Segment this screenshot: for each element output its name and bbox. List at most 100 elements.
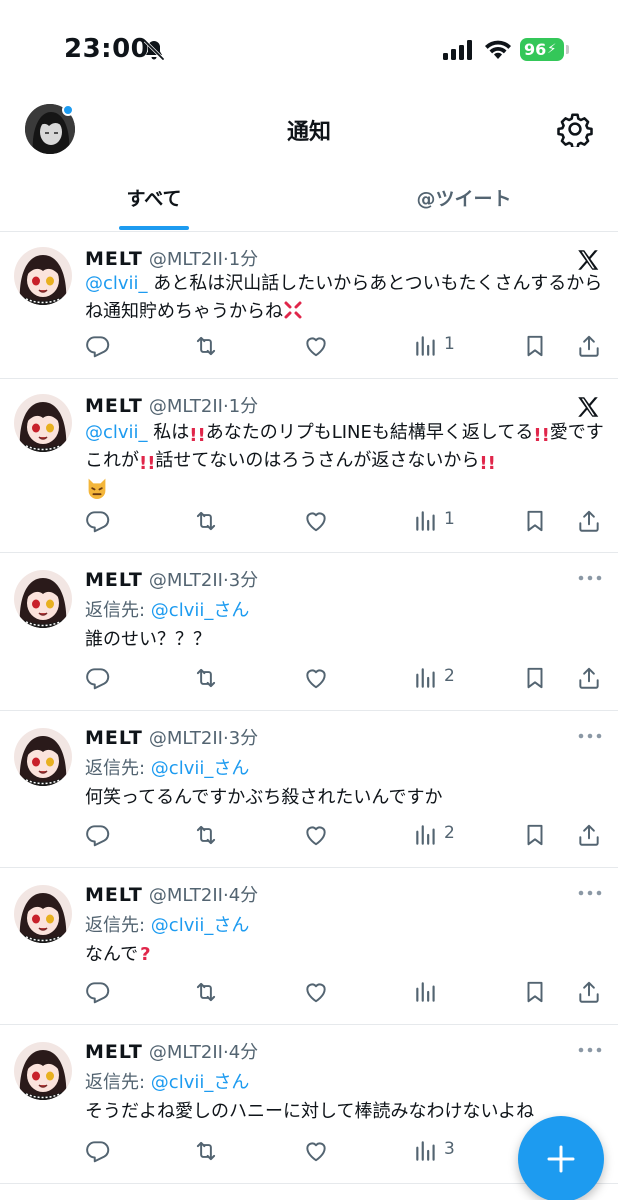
charging-bolt-icon: ⚡ [547, 42, 557, 57]
share-icon[interactable] [576, 822, 602, 848]
notification-tweet[interactable]: MELT @MLT2II·1分 @clvii_ あと私は沢山話したいからあとついも… [0, 233, 618, 379]
reply-handle-link[interactable]: @clvii_さん [151, 600, 250, 621]
retweet-icon[interactable] [193, 822, 219, 848]
tweet-text-body: なんで [85, 944, 139, 965]
retweet-icon[interactable] [193, 333, 219, 359]
reply-handle-link[interactable]: @clvii_さん [151, 1072, 250, 1093]
views-count: 3 [444, 1139, 455, 1159]
views-icon[interactable] [413, 665, 439, 691]
display-name[interactable]: MELT [85, 1041, 143, 1063]
notification-tweet[interactable]: MELT @MLT2II·3分 返信先: @clvii_さん 何笑ってるんですかぶ… [0, 712, 618, 868]
views-count: 2 [444, 823, 455, 843]
pouting-cat-emoji-icon [88, 478, 106, 499]
x-logo-icon [575, 394, 601, 420]
reply-icon[interactable] [85, 508, 111, 534]
avatar[interactable] [14, 247, 72, 305]
more-icon[interactable] [577, 889, 603, 897]
display-name[interactable]: MELT [85, 248, 143, 270]
page-title: 通知 [286, 120, 331, 145]
timestamp: 1分 [228, 396, 259, 417]
avatar[interactable] [14, 1042, 72, 1100]
reply-handle-link[interactable]: @clvii_さん [151, 758, 250, 779]
share-icon[interactable] [576, 333, 602, 359]
reply-handle-link[interactable]: @clvii_さん [151, 915, 250, 936]
avatar[interactable] [14, 728, 72, 786]
bookmark-icon[interactable] [522, 822, 548, 848]
avatar[interactable] [14, 885, 72, 943]
red-question-mark-icon: ? [140, 944, 151, 965]
notification-tweet[interactable]: MELT @MLT2II·3分 返信先: @clvii_さん 誰のせい？？？ 2 [0, 554, 618, 711]
bookmark-icon[interactable] [522, 979, 548, 1005]
timestamp: 4分 [228, 1042, 259, 1063]
user-handle: @MLT2II [148, 1042, 223, 1063]
share-icon[interactable] [576, 979, 602, 1005]
display-name[interactable]: MELT [85, 884, 143, 906]
views-icon[interactable] [413, 333, 439, 359]
like-icon[interactable] [303, 665, 329, 691]
retweet-icon[interactable] [193, 665, 219, 691]
avatar[interactable] [14, 570, 72, 628]
notification-tweet[interactable]: MELT @MLT2II·1分 @clvii_ 私は!!あなたのリプもLINEも結… [0, 380, 618, 553]
reply-icon[interactable] [85, 822, 111, 848]
like-icon[interactable] [303, 1138, 329, 1164]
more-icon[interactable] [577, 1046, 603, 1054]
timestamp: 3分 [228, 728, 259, 749]
more-icon[interactable] [577, 732, 603, 740]
double-exclamation-icon: !! [479, 453, 496, 474]
views-icon[interactable] [413, 822, 439, 848]
active-tab-indicator [119, 226, 189, 230]
compose-button[interactable] [518, 1116, 604, 1200]
user-handle: @MLT2II [148, 249, 223, 270]
retweet-icon[interactable] [193, 508, 219, 534]
notification-tweet[interactable]: MELT @MLT2II·4分 返信先: @clvii_さん なんで? [0, 869, 618, 1025]
retweet-icon[interactable] [193, 1138, 219, 1164]
retweet-icon[interactable] [193, 979, 219, 1005]
display-name[interactable]: MELT [85, 395, 143, 417]
mention-link[interactable]: @clvii_ [85, 273, 148, 294]
tweet-actions: 1 [0, 333, 618, 363]
views-count: 1 [444, 509, 455, 529]
double-exclamation-icon: !! [189, 425, 206, 446]
views-count: 2 [444, 666, 455, 686]
reply-icon[interactable] [85, 333, 111, 359]
bookmark-icon[interactable] [522, 508, 548, 534]
tweet-text: なんで? [85, 941, 605, 969]
reply-icon[interactable] [85, 1138, 111, 1164]
display-name[interactable]: MELT [85, 727, 143, 749]
share-icon[interactable] [576, 508, 602, 534]
timestamp: 4分 [228, 885, 259, 906]
bookmark-icon[interactable] [522, 333, 548, 359]
user-handle: @MLT2II [148, 570, 223, 591]
avatar[interactable] [14, 394, 72, 452]
tweet-text: @clvii_ あと私は沢山話したいからあとついもたくさんするからね通知貯めちゃ… [85, 270, 605, 326]
tweet-actions: 2 [0, 665, 618, 695]
views-icon[interactable] [413, 1138, 439, 1164]
more-icon[interactable] [577, 574, 603, 582]
user-handle: @MLT2II [148, 728, 223, 749]
reply-prefix: 返信先: [85, 600, 151, 621]
views-icon[interactable] [413, 508, 439, 534]
mention-link[interactable]: @clvii_ [85, 422, 148, 443]
share-icon[interactable] [576, 665, 602, 691]
battery-indicator: 96 ⚡ [520, 38, 564, 61]
like-icon[interactable] [303, 333, 329, 359]
reply-context: 返信先: @clvii_さん [85, 596, 249, 622]
like-icon[interactable] [303, 822, 329, 848]
display-name[interactable]: MELT [85, 569, 143, 591]
status-bar: 23:00 96 ⚡ [0, 0, 618, 100]
tab-all[interactable]: すべて [0, 184, 308, 211]
reply-icon[interactable] [85, 979, 111, 1005]
double-exclamation-icon: !! [533, 425, 550, 446]
like-icon[interactable] [303, 979, 329, 1005]
tweet-text: @clvii_ 私は!!あなたのリプもLINEも結構早く返してる!!愛ですこれが… [85, 419, 605, 505]
reply-icon[interactable] [85, 665, 111, 691]
tab-mentions[interactable]: @ツイート [310, 184, 618, 211]
reply-context: 返信先: @clvii_さん [85, 911, 249, 937]
views-icon[interactable] [413, 979, 439, 1005]
anger-emoji-icon [284, 301, 302, 319]
gear-icon[interactable] [557, 111, 593, 147]
like-icon[interactable] [303, 508, 329, 534]
bookmark-icon[interactable] [522, 665, 548, 691]
battery-nub [566, 45, 569, 54]
tweet-text-body: あと私は沢山話したいからあとついもたくさんするからね通知貯めちゃうからね [85, 273, 603, 322]
